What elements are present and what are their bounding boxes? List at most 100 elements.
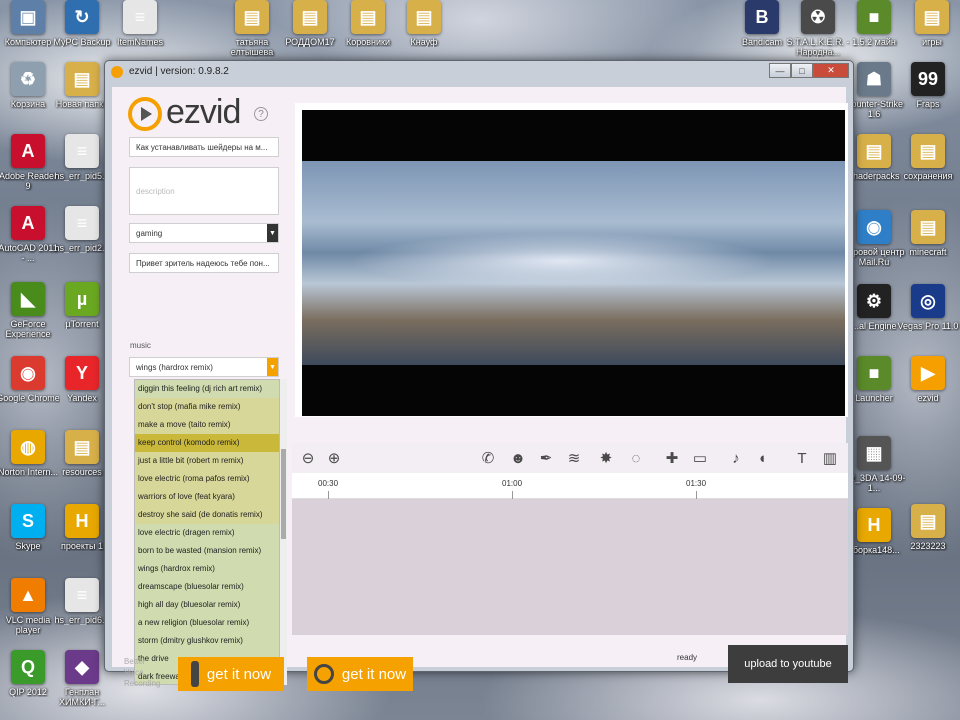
desktop-icon-fraps[interactable]: 99 Fraps xyxy=(896,62,960,109)
close-button[interactable]: ✕ xyxy=(813,63,849,78)
music-list-item[interactable]: make a move (taito remix) xyxy=(135,416,279,434)
counter-strike-icon: ☗ xyxy=(857,62,891,96)
projects-icon: H xyxy=(65,504,99,538)
desktop-icon-stalker[interactable]: ☢ S.T.A.L.K.E.R. - Народна... xyxy=(786,0,850,57)
monitor-icon[interactable]: ▭ xyxy=(690,448,710,468)
music-label: music xyxy=(130,341,151,350)
tags-input[interactable]: Привет зритель надеюсь тебе пон... xyxy=(129,253,279,273)
gamepad-icon[interactable]: ✚ xyxy=(662,448,682,468)
help-icon[interactable]: ? xyxy=(254,107,268,121)
desktop-icon-label: 1.5.2 майн xyxy=(852,37,896,47)
fraps-icon: 99 xyxy=(911,62,945,96)
timeline-tick-label: 01:00 xyxy=(502,479,523,488)
desktop-icon-label: Кнауф xyxy=(410,37,438,47)
timeline-tick-label: 01:30 xyxy=(686,479,707,488)
spiral-icon[interactable]: ◌ xyxy=(626,448,646,468)
description-input[interactable]: description xyxy=(129,167,279,215)
chevron-down-icon[interactable]: ▼ xyxy=(267,358,278,376)
title-bar[interactable]: ezvid | version: 0.9.8.2 — □ ✕ xyxy=(105,61,853,83)
music-list-item[interactable]: storm (dmitry glushkov remix) xyxy=(135,632,279,650)
desktop-icon-ezvid[interactable]: ▶ ezvid xyxy=(896,356,960,403)
desktop-icon-folder-knauf[interactable]: ▤ Кнауф xyxy=(392,0,456,47)
desktop-icon-folder-korovniki[interactable]: ▤ Коровники xyxy=(336,0,400,47)
music-list-item[interactable]: dreamscape (bluesolar remix) xyxy=(135,578,279,596)
desktop-icon-minecraft-152[interactable]: ■ 1.5.2 майн xyxy=(842,0,906,47)
timeline-tick xyxy=(512,491,513,499)
adobe-reader-icon: A xyxy=(11,134,45,168)
music-list-item[interactable]: high all day (bluesolar remix) xyxy=(135,596,279,614)
saves-icon: ▤ xyxy=(911,134,945,168)
ezvid-window: ezvid | version: 0.9.8.2 — □ ✕ ezvid ? К… xyxy=(104,60,854,691)
desktop-icon-saves[interactable]: ▤ сохранения xyxy=(896,134,960,181)
desktop-icon-itemnames[interactable]: ≡ ItemNames xyxy=(108,0,172,47)
music-list-scrollbar[interactable] xyxy=(280,379,287,685)
wave-icon[interactable]: ≋ xyxy=(564,448,584,468)
desktop-icon-vegas-pro[interactable]: ◎ Vegas Pro 11.0 xyxy=(896,284,960,331)
timeline-track[interactable] xyxy=(292,499,848,635)
music-list-item[interactable]: diggin this feeling (dj rich art remix) xyxy=(135,380,279,398)
vlc-icon: ▲ xyxy=(11,578,45,612)
video-preview[interactable] xyxy=(302,110,845,416)
phone-icon[interactable]: ✆ xyxy=(478,448,498,468)
upload-to-youtube-button[interactable]: upload to youtube xyxy=(728,645,848,683)
music-list-item[interactable]: love electric (roma pafos remix) xyxy=(135,470,279,488)
timeline-ruler[interactable]: 00:30 01:00 01:30 xyxy=(292,473,848,499)
maximize-button[interactable]: □ xyxy=(791,63,813,78)
film-icon[interactable]: ▥ xyxy=(820,448,840,468)
desktop-icon-bandicam[interactable]: B Bandicam xyxy=(730,0,794,47)
get-it-now-button-2[interactable]: get it now xyxy=(307,657,413,691)
better-text: Better xyxy=(124,657,146,666)
desktop-icon-label: игры xyxy=(922,37,942,47)
zoom-in-icon[interactable]: ⊕ xyxy=(324,448,344,468)
desktop-icon-label: Fraps xyxy=(916,99,940,109)
microphone-icon[interactable]: ♪ xyxy=(726,448,746,468)
chevron-down-icon[interactable]: ▼ xyxy=(267,224,278,242)
autocad-icon: A xyxy=(11,206,45,240)
desktop-icon-folder-2323223[interactable]: ▤ 2323223 xyxy=(896,504,960,551)
timeline-toolbar: ⊖ ⊕ ✆ ☻ ✒ ≋ ✸ ◌ ✚ ▭ ♪ ◖ T ▥ xyxy=(292,443,848,473)
folder-roddom-icon: ▤ xyxy=(293,0,327,34)
music-list-item[interactable]: wings (hardrox remix) xyxy=(135,560,279,578)
chrome-icon: ◉ xyxy=(11,356,45,390)
desktop-icon-games[interactable]: ▤ игры xyxy=(900,0,960,47)
pen-icon[interactable]: ✒ xyxy=(536,448,556,468)
music-list-item[interactable]: just a little bit (robert m remix) xyxy=(135,452,279,470)
ezvid-logo-text: ezvid xyxy=(166,93,241,131)
zoom-out-icon[interactable]: ⊖ xyxy=(298,448,318,468)
video-title-input[interactable]: Как устанавливать шейдеры на м... xyxy=(129,137,279,157)
music-list-item[interactable]: warriors of love (feat kyara) xyxy=(135,488,279,506)
headset-icon xyxy=(313,664,334,684)
music-list-item[interactable]: destroy she said (de donatis remix) xyxy=(135,506,279,524)
music-list-item[interactable]: born to be wasted (mansion remix) xyxy=(135,542,279,560)
resources-icon: ▤ xyxy=(65,430,99,464)
desktop-icon-label: татьяна елтышева xyxy=(230,37,274,57)
music-select[interactable]: wings (hardrox remix) ▼ xyxy=(129,357,279,377)
minecraft-152-icon: ■ xyxy=(857,0,891,34)
category-select[interactable]: gaming ▼ xyxy=(129,223,279,243)
desktop-icon-mypc-backup[interactable]: ↻ MyPC Backup xyxy=(50,0,114,47)
scrollbar-thumb[interactable] xyxy=(281,449,286,539)
ezvid-icon: ▶ xyxy=(911,356,945,390)
music-list-item[interactable]: keep control (komodo remix) xyxy=(135,434,279,452)
get-it-now-button-1[interactable]: get it now xyxy=(178,657,284,691)
minimize-button[interactable]: — xyxy=(769,63,791,78)
music-list-item[interactable]: love electric (dragen remix) xyxy=(135,524,279,542)
music-dropdown-list[interactable]: diggin this feeling (dj rich art remix) d… xyxy=(134,379,280,685)
desktop-icon-minecraft[interactable]: ▤ minecraft xyxy=(896,210,960,257)
unity-engine-icon: ⚙ xyxy=(857,284,891,318)
ezvid-app-icon xyxy=(111,66,123,78)
preview-frame-image xyxy=(302,161,845,365)
robot-icon[interactable]: ☻ xyxy=(508,448,528,468)
desktop-icon-folder-tatyana[interactable]: ▤ татьяна елтышева xyxy=(220,0,284,57)
desktop-icon-label: MyPC Backup xyxy=(53,37,111,47)
music-list-item[interactable]: don't stop (mafia mike remix) xyxy=(135,398,279,416)
burst-icon[interactable]: ✸ xyxy=(596,448,616,468)
speaker-icon[interactable]: ◖ xyxy=(752,448,772,468)
vegas-pro-icon: ◎ xyxy=(911,284,945,318)
timeline-tick xyxy=(328,491,329,499)
category-value: gaming xyxy=(136,228,163,238)
launcher-icon: ■ xyxy=(857,356,891,390)
text-icon[interactable]: T xyxy=(792,448,812,468)
desktop-icon-folder-roddom[interactable]: ▤ РОДДОМ17 xyxy=(278,0,342,47)
music-list-item[interactable]: a new religion (bluesolar remix) xyxy=(135,614,279,632)
